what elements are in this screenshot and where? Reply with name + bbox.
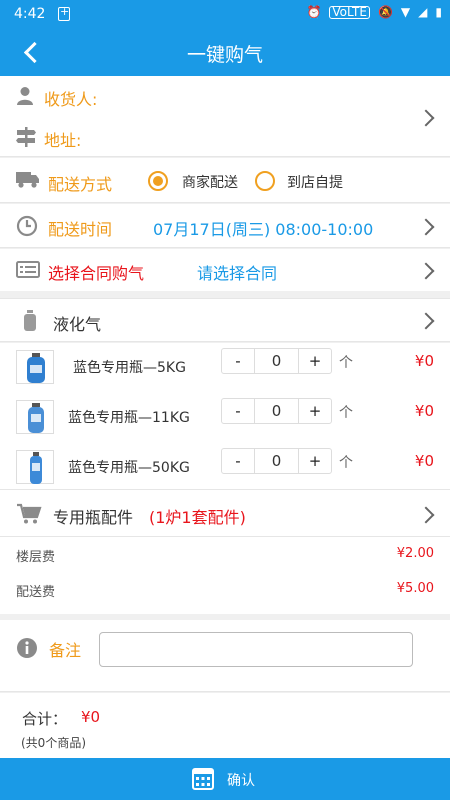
status-time: 4:42 — [14, 6, 46, 22]
option-store-pickup[interactable]: 到店自提 — [287, 172, 343, 192]
radio-merchant-delivery[interactable] — [148, 171, 168, 191]
category-label: 液化气 — [53, 315, 102, 334]
delivery-time-row[interactable]: 配送时间 07月17日(周三) 08:00-10:00 — [0, 204, 450, 248]
product-item: 蓝色专用瓶—5KG - 0 + 个 ¥0 — [0, 343, 450, 393]
gas-cylinder-icon — [24, 310, 36, 331]
signpost-icon — [16, 127, 36, 147]
accessories-row[interactable]: 专用瓶配件 (1炉1套配件) — [0, 490, 450, 537]
delivery-method-label: 配送方式 — [48, 175, 113, 194]
chevron-right-icon — [417, 109, 435, 127]
remark-label: 备注 — [49, 641, 82, 660]
accessories-note: (1炉1套配件) — [149, 508, 246, 527]
nav-bar: 一键购气 — [0, 28, 450, 76]
remark-input[interactable] — [99, 632, 413, 667]
floor-fee-label: 楼层费 — [16, 550, 56, 565]
contract-row[interactable]: 选择合同购气 请选择合同 — [0, 249, 450, 291]
delivery-time-label: 配送时间 — [48, 220, 113, 239]
item-count: (共0个商品) — [21, 736, 86, 750]
mute-icon: 🔕 — [377, 5, 393, 19]
unit-label: 个 — [339, 355, 353, 371]
total-label: 合计： — [22, 710, 68, 728]
battery-icon: ▮ — [435, 5, 442, 19]
product-item: 蓝色专用瓶—50KG - 0 + 个 ¥0 — [0, 443, 450, 490]
confirm-label: 确认 — [227, 773, 255, 789]
status-bar: 4:42 ⏰ VoLTE 🔕 ▼ ◢ ▮ — [0, 0, 450, 28]
chevron-right-icon — [417, 506, 435, 524]
decrement-button[interactable]: - — [222, 399, 254, 423]
volte-badge: VoLTE — [329, 5, 370, 19]
increment-button[interactable]: + — [299, 349, 331, 373]
quantity-value[interactable]: 0 — [254, 399, 299, 423]
info-icon — [17, 638, 37, 658]
decrement-button[interactable]: - — [222, 349, 254, 373]
delivery-method-row: 配送方式 商家配送 到店自提 — [0, 158, 450, 203]
calculator-icon — [192, 768, 214, 790]
fees-section: 楼层费 ¥2.00 配送费 ¥5.00 — [0, 537, 450, 614]
page-title: 一键购气 — [186, 44, 263, 66]
alarm-icon: ⏰ — [306, 5, 322, 19]
receiver-label: 收货人: — [44, 90, 98, 109]
contract-label: 选择合同购气 — [48, 264, 145, 283]
total-value: ¥0 — [81, 708, 101, 726]
delivery-time-value: 07月17日(周三) 08:00-10:00 — [153, 220, 374, 239]
signal-icon: ◢ — [418, 5, 428, 19]
quantity-stepper: - 0 + — [221, 348, 332, 374]
product-thumbnail — [16, 450, 54, 484]
product-name: 蓝色专用瓶—5KG — [73, 360, 186, 376]
increment-button[interactable]: + — [299, 449, 331, 473]
product-name: 蓝色专用瓶—50KG — [68, 460, 190, 476]
decrement-button[interactable]: - — [222, 449, 254, 473]
summary-section: 合计： ¥0 (共0个商品) — [0, 693, 450, 758]
quantity-value[interactable]: 0 — [254, 349, 299, 373]
address-label: 地址: — [44, 131, 82, 150]
gas-cylinder-image — [28, 403, 44, 433]
wifi-icon: ▼ — [400, 5, 411, 19]
delivery-fee-label: 配送费 — [16, 585, 56, 600]
address-section[interactable]: 收货人: 地址: — [0, 76, 450, 157]
contract-value: 请选择合同 — [197, 264, 278, 283]
product-price: ¥0 — [414, 352, 434, 370]
product-thumbnail — [16, 350, 54, 384]
product-thumbnail — [16, 400, 54, 434]
chevron-right-icon — [417, 312, 435, 330]
unit-label: 个 — [339, 455, 353, 471]
list-card-icon — [16, 261, 40, 278]
notification-icon — [58, 5, 70, 21]
confirm-button[interactable]: 确认 — [0, 758, 450, 800]
product-item: 蓝色专用瓶—11KG - 0 + 个 ¥0 — [0, 393, 450, 443]
quantity-stepper: - 0 + — [221, 398, 332, 424]
product-price: ¥0 — [414, 452, 434, 470]
category-row[interactable]: 液化气 — [0, 298, 450, 342]
delivery-fee-value: ¥5.00 — [396, 581, 434, 596]
accessories-label: 专用瓶配件 — [53, 508, 134, 527]
truck-icon — [16, 172, 39, 188]
product-name: 蓝色专用瓶—11KG — [68, 410, 190, 426]
quantity-value[interactable]: 0 — [254, 449, 299, 473]
chevron-right-icon — [417, 262, 435, 280]
status-icons: ⏰ VoLTE 🔕 ▼ ◢ ▮ — [306, 5, 442, 19]
increment-button[interactable]: + — [299, 399, 331, 423]
radio-store-pickup[interactable] — [255, 171, 275, 191]
clock-icon — [16, 215, 38, 237]
option-merchant-delivery[interactable]: 商家配送 — [182, 172, 238, 192]
unit-label: 个 — [339, 405, 353, 421]
floor-fee-value: ¥2.00 — [396, 546, 434, 561]
cart-icon — [17, 503, 42, 524]
product-price: ¥0 — [414, 402, 434, 420]
person-icon — [17, 87, 33, 105]
quantity-stepper: - 0 + — [221, 448, 332, 474]
chevron-right-icon — [417, 218, 435, 236]
remark-section: 备注 — [0, 620, 450, 692]
gas-cylinder-image — [27, 353, 45, 383]
gas-cylinder-image — [30, 452, 42, 484]
